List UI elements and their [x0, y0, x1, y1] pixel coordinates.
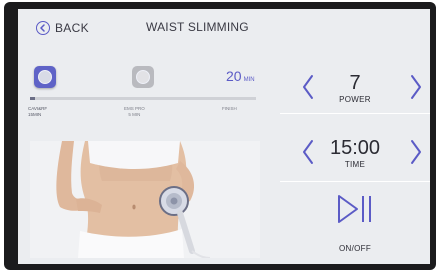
stage-label-ems-pro: EMS PRO 5 MIN: [124, 106, 145, 118]
minutes-unit: MIN: [243, 77, 255, 83]
stage-label-cavi-rf: CAVI&RF 15MIN: [28, 106, 47, 118]
page-title: WAIST SLIMMING: [146, 20, 249, 34]
on-off-label: ON/OFF: [338, 244, 372, 253]
controls-panel: 7 POWER 15:00 TIME ON/OFF: [280, 47, 430, 264]
touch-screen: BACK WAIST SLIMMING 20 MIN CAVI&RF 15MIN…: [18, 9, 430, 264]
program-panel: 20 MIN CAVI&RF 15MIN EMS PRO 5 MIN FINIS…: [26, 47, 278, 260]
time-increase-button[interactable]: [406, 137, 426, 167]
massage-head-icon[interactable]: [34, 66, 56, 88]
play-pause-icon: [338, 195, 371, 223]
total-minutes: 20 MIN: [226, 68, 255, 84]
stage-duration: 15MIN: [28, 112, 42, 117]
stage-name: FINISH: [222, 106, 237, 111]
power-increase-button[interactable]: [406, 72, 426, 102]
divider: [280, 181, 430, 182]
waist-photo: [30, 141, 260, 258]
device-bezel: BACK WAIST SLIMMING 20 MIN CAVI&RF 15MIN…: [4, 2, 436, 270]
chevron-left-circle-icon: [36, 21, 50, 35]
treatment-illustration: [30, 141, 260, 258]
stage-label-finish: FINISH: [222, 106, 237, 112]
chevron-right-icon: [411, 75, 421, 99]
back-label: BACK: [55, 21, 89, 35]
on-off-button[interactable]: [330, 191, 380, 227]
rf-head-icon[interactable]: [132, 66, 154, 88]
chevron-right-icon: [411, 140, 421, 164]
stage-duration: 5 MIN: [128, 112, 141, 117]
divider: [280, 113, 430, 114]
progress-fill: [30, 97, 35, 100]
header-bar: BACK WAIST SLIMMING: [18, 9, 430, 47]
program-progress-bar: [30, 97, 256, 100]
minutes-value: 20: [226, 68, 242, 84]
back-button[interactable]: BACK: [36, 19, 89, 37]
